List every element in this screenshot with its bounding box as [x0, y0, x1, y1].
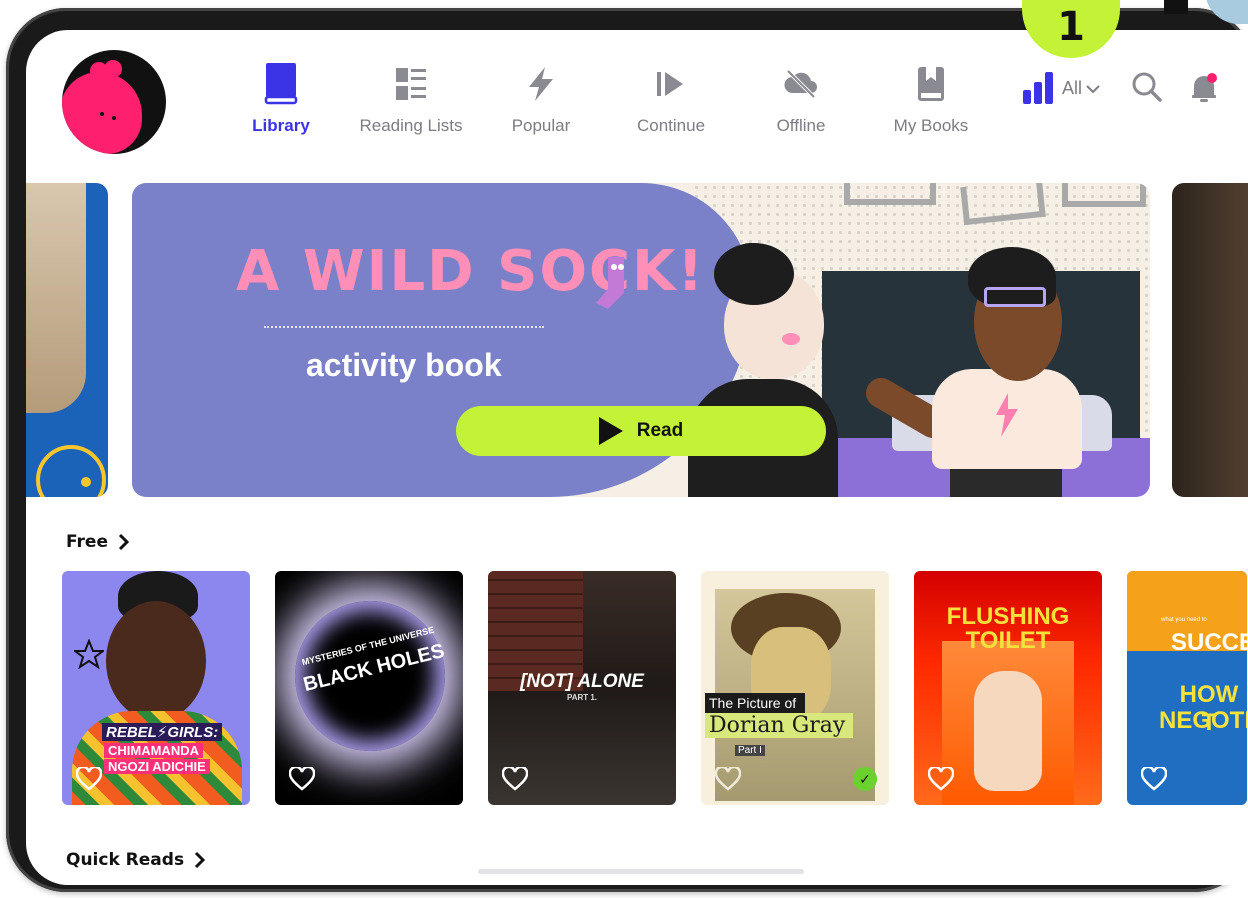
book-card[interactable]: MYSTERIES OF THE UNIVERSE BLACK HOLES — [275, 571, 463, 805]
tab-offline[interactable]: Offline — [736, 60, 866, 150]
free-books-row: REBEL⚡GIRLS: CHIMAMANDA NGOZI ADICHIE MY… — [62, 571, 1247, 805]
tab-label: Offline — [776, 116, 826, 135]
banner-character — [932, 369, 1082, 469]
heart-icon[interactable] — [715, 767, 741, 791]
cover-title: NGOZI ADICHIE — [104, 759, 210, 774]
main-nav: Library Reading Lists Popular Continue O… — [216, 60, 996, 150]
avatar-eye — [112, 116, 116, 120]
section-header-free[interactable]: Free — [66, 532, 130, 552]
list-icon — [396, 60, 426, 108]
lightning-icon — [527, 60, 555, 108]
carousel-slide-previous[interactable] — [26, 183, 108, 497]
cover-subtitle: Part I — [735, 745, 765, 756]
cover-title: FLUSHING TOILET — [946, 603, 1070, 654]
carousel-slide-next[interactable] — [1172, 183, 1248, 497]
filter-label: All — [1062, 78, 1083, 98]
cover-title: NEGOTI — [1159, 707, 1247, 734]
cover-art — [974, 671, 1042, 791]
tab-label: Popular — [511, 116, 571, 135]
slide-decoration — [81, 477, 91, 487]
section-title: Quick Reads — [66, 850, 185, 870]
lightning-icon — [996, 393, 1018, 437]
banner-character — [984, 287, 1046, 307]
cloud-off-icon — [784, 60, 818, 108]
wall-frame — [844, 183, 936, 205]
home-indicator[interactable] — [478, 869, 804, 874]
star-icon — [74, 639, 104, 669]
read-button-label: Read — [636, 420, 684, 441]
tablet-frame: Library Reading Lists Popular Continue O… — [6, 8, 1248, 892]
play-icon — [598, 417, 623, 445]
sock-icon — [594, 253, 634, 318]
cover-title: REBEL⚡GIRLS: — [102, 723, 223, 741]
slide-image — [26, 183, 86, 413]
heart-icon[interactable] — [928, 767, 954, 791]
section-header-quick-reads[interactable]: Quick Reads — [66, 850, 206, 870]
cover-title: The Picture of — [705, 693, 805, 713]
tab-label: My Books — [893, 116, 969, 135]
cover-title: Dorian Gray — [705, 713, 853, 738]
cover-subtitle: what you need to — [1161, 617, 1207, 623]
level-bar — [1023, 90, 1031, 104]
banner-character — [730, 243, 770, 283]
bookmark-book-icon — [917, 60, 945, 108]
play-forward-icon — [657, 60, 685, 108]
app-screen: Library Reading Lists Popular Continue O… — [26, 30, 1248, 885]
level-filter-dropdown[interactable]: All — [1062, 78, 1100, 99]
cover-title: CHIMAMANDA — [104, 743, 203, 758]
cover-title: [NOT] ALONE — [520, 671, 644, 692]
book-card[interactable]: REBEL⚡GIRLS: CHIMAMANDA NGOZI ADICHIE — [62, 571, 250, 805]
avatar-ear — [104, 60, 122, 78]
book-icon — [264, 60, 298, 108]
avatar-eye — [100, 112, 104, 116]
tab-reading-lists[interactable]: Reading Lists — [346, 60, 476, 150]
tab-continue[interactable]: Continue — [606, 60, 736, 150]
book-card[interactable]: [NOT] ALONE PART 1. — [488, 571, 676, 805]
level-bar — [1034, 82, 1042, 104]
book-card[interactable]: what you need to SUCCE HOW T NEGOTI — [1127, 571, 1247, 805]
chevron-right-icon — [118, 533, 130, 551]
book-card[interactable]: The Picture of Dorian Gray Part I ✓ — [701, 571, 889, 805]
tab-label: Library — [252, 116, 310, 135]
tab-popular[interactable]: Popular — [476, 60, 606, 150]
book-card[interactable]: FLUSHING TOILET — [914, 571, 1102, 805]
tab-label: Reading Lists — [359, 116, 463, 135]
banner-title: A WILD SOCK! — [236, 239, 706, 304]
heart-icon[interactable] — [289, 767, 315, 791]
slide-decoration — [36, 445, 106, 497]
tab-label: Continue — [636, 116, 706, 135]
tab-my-books[interactable]: My Books — [866, 60, 996, 150]
read-button[interactable]: Read — [456, 406, 826, 456]
heart-icon[interactable] — [502, 767, 528, 791]
section-title: Free — [66, 532, 108, 552]
search-icon[interactable] — [1132, 72, 1162, 107]
wall-frame — [1062, 183, 1146, 207]
corner-decoration — [1164, 0, 1188, 14]
profile-avatar[interactable] — [62, 50, 166, 154]
check-icon: ✓ — [853, 767, 877, 791]
tab-library[interactable]: Library — [216, 60, 346, 150]
reading-level-icon[interactable] — [1023, 70, 1053, 104]
cover-art — [106, 601, 206, 721]
banner-character — [782, 333, 800, 345]
heart-icon[interactable] — [1141, 767, 1167, 791]
chevron-right-icon — [195, 851, 206, 869]
bell-icon[interactable] — [1188, 72, 1220, 109]
featured-banner[interactable]: A WILD SOCK! activity book Read — [132, 183, 1150, 497]
level-bar — [1045, 72, 1053, 104]
heart-icon[interactable] — [76, 767, 102, 791]
banner-subtitle: activity book — [306, 347, 502, 383]
chevron-down-icon — [1086, 84, 1100, 93]
banner-divider — [264, 326, 544, 328]
cover-subtitle: PART 1. — [566, 693, 598, 702]
cover-title: SUCCE — [1171, 629, 1247, 656]
